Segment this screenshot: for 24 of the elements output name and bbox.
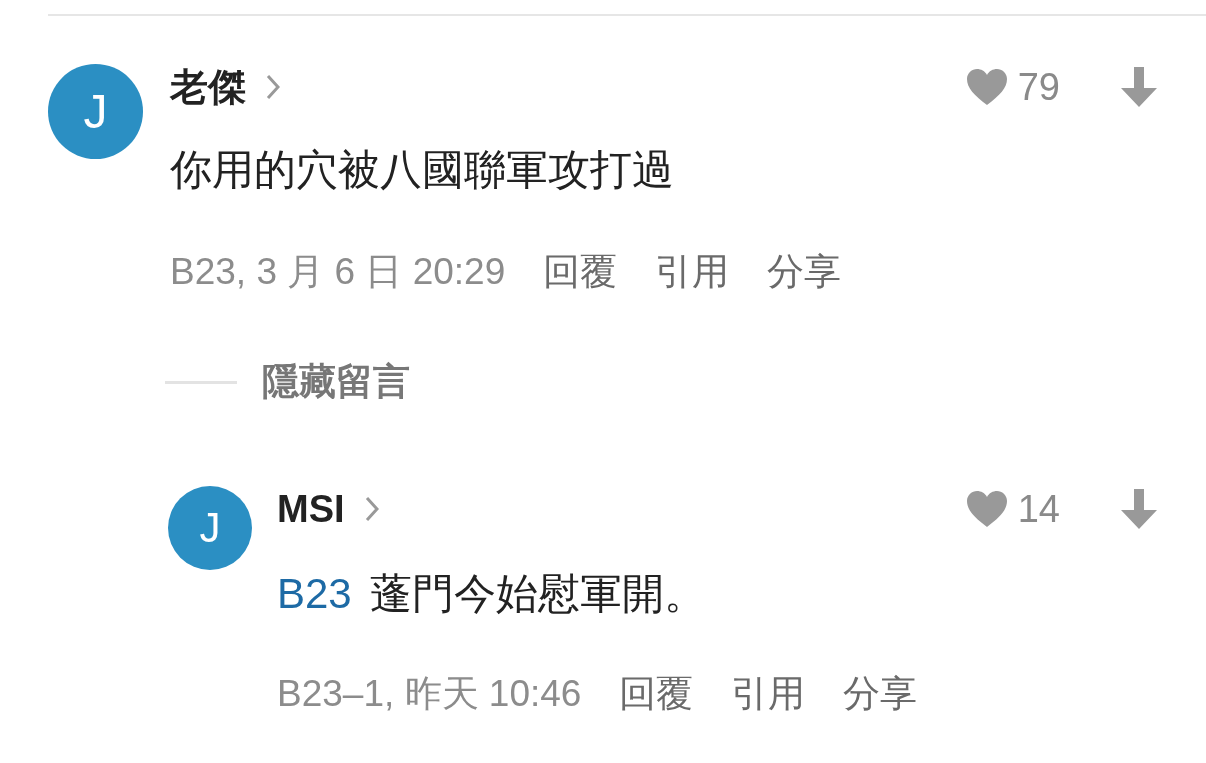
hide-comments-toggle[interactable]: 隱藏留言 <box>262 357 410 407</box>
like-count: 14 <box>1017 487 1060 531</box>
action-link[interactable]: 分享 <box>767 247 842 297</box>
heart-icon[interactable] <box>965 68 1008 106</box>
comment-timestamp: B23–1, 昨天 10:46 <box>277 672 582 716</box>
action-link[interactable]: 回覆 <box>619 669 694 719</box>
author-name[interactable]: MSI <box>277 487 345 531</box>
chevron-icon[interactable] <box>364 496 379 522</box>
action-link[interactable]: 引用 <box>731 669 806 719</box>
chevron-icon[interactable] <box>266 74 280 100</box>
floor-link[interactable]: B23 <box>277 570 352 617</box>
comment-text: 蓬門今始慰軍開。 <box>369 570 706 617</box>
avatar: J <box>48 64 143 159</box>
action-link[interactable]: 分享 <box>843 669 918 719</box>
comment-timestamp: B23, 3 月 6 日 20:29 <box>170 250 506 294</box>
heart-icon[interactable] <box>965 490 1008 528</box>
action-link[interactable]: 回覆 <box>543 247 618 297</box>
down-arrow-icon[interactable] <box>1120 66 1158 108</box>
like-count: 79 <box>1017 65 1060 109</box>
author-name[interactable]: 老傑 <box>170 61 246 113</box>
action-link[interactable]: 引用 <box>655 247 730 297</box>
down-arrow-icon[interactable] <box>1120 488 1158 530</box>
comment-text: 你用的穴被八國聯軍攻打過 <box>170 146 674 193</box>
avatar: J <box>168 486 252 570</box>
